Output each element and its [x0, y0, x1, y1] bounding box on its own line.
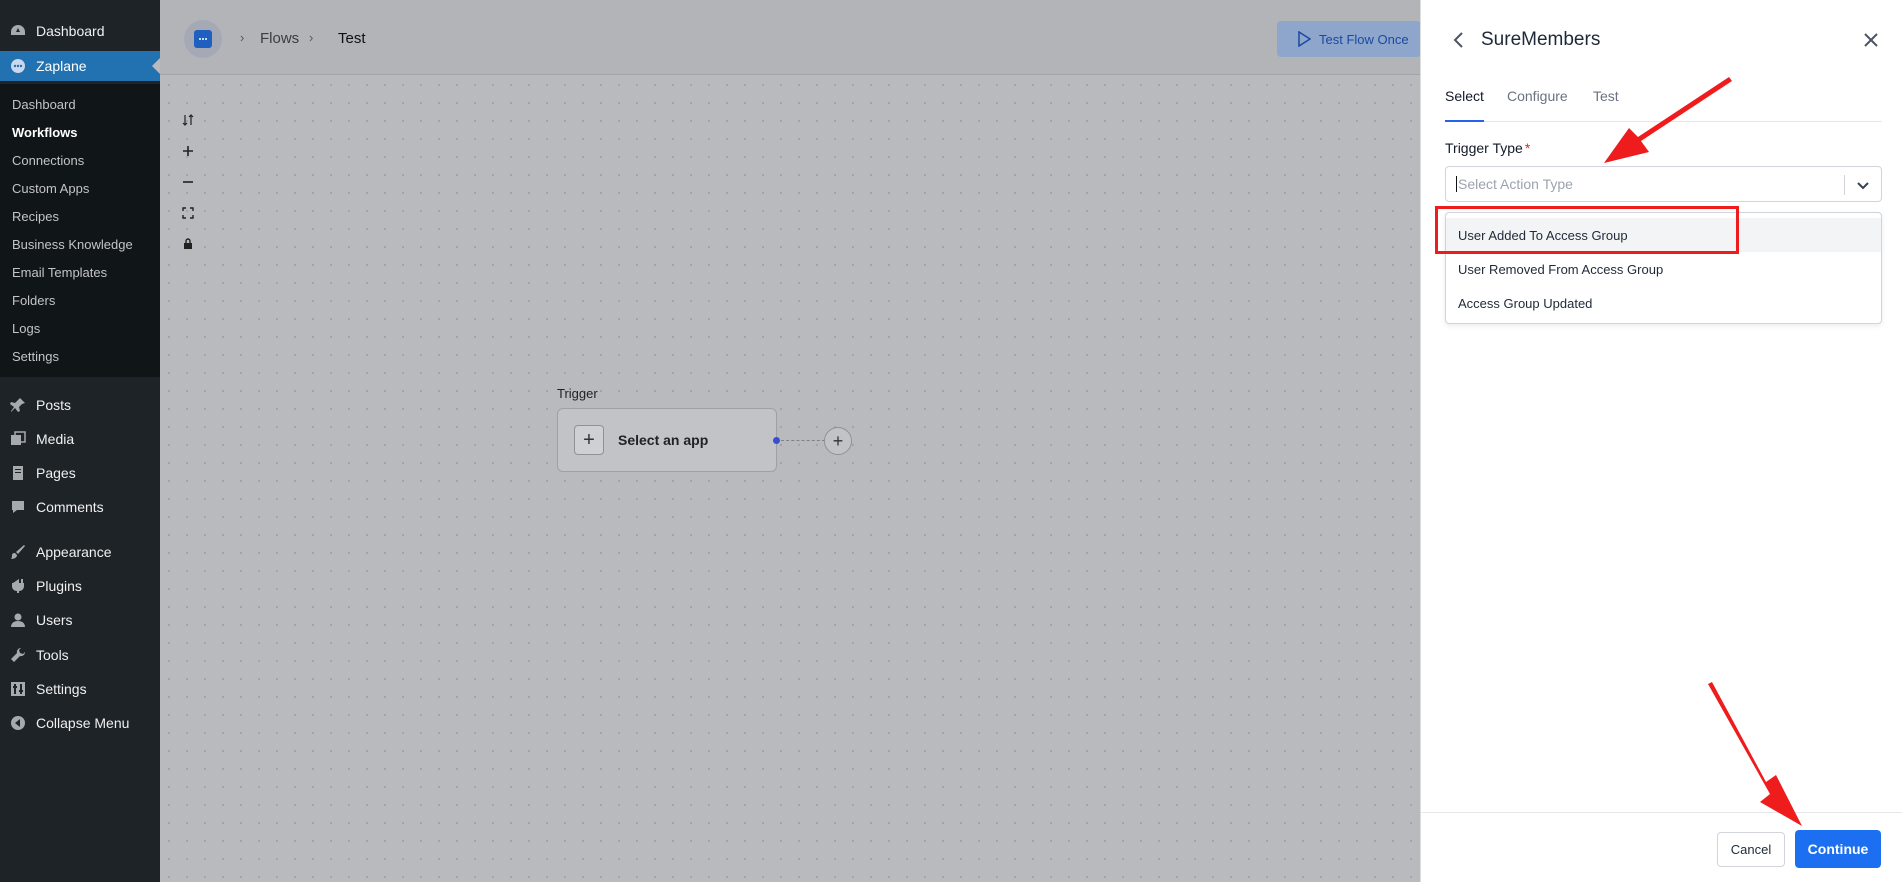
menu-item-dashboard[interactable]: Dashboard	[0, 16, 160, 46]
plus-icon: +	[574, 425, 604, 455]
menu-item-label: Tools	[36, 647, 69, 663]
option-access-group-updated[interactable]: Access Group Updated	[1446, 286, 1881, 320]
lock-icon[interactable]	[180, 236, 196, 252]
submenu-email-templates[interactable]: Email Templates	[12, 265, 107, 280]
submenu-connections[interactable]: Connections	[12, 153, 84, 168]
wrench-icon	[8, 645, 28, 665]
required-mark: *	[1524, 140, 1531, 156]
trigger-type-select[interactable]: Select Action Type	[1445, 166, 1882, 202]
zaplane-submenu: Dashboard Workflows Connections Custom A…	[0, 84, 160, 377]
workflow-header: › Flows › Test Test Flow Once	[160, 0, 1421, 75]
chevron-right-icon: ›	[309, 30, 314, 45]
option-user-removed[interactable]: User Removed From Access Group	[1446, 252, 1881, 286]
brush-icon	[8, 542, 28, 562]
menu-item-media[interactable]: Media	[0, 424, 160, 454]
menu-item-label: Zaplane	[36, 58, 87, 74]
trigger-type-text: Trigger Type	[1445, 140, 1523, 156]
submenu-dashboard[interactable]: Dashboard	[12, 97, 76, 112]
tab-configure[interactable]: Configure	[1507, 88, 1568, 122]
text-caret	[1456, 176, 1457, 192]
submenu-business-knowledge[interactable]: Business Knowledge	[12, 237, 133, 252]
dashboard-icon	[8, 21, 28, 41]
connector-handle[interactable]	[773, 437, 780, 444]
collapse-icon	[8, 713, 28, 733]
menu-item-label: Dashboard	[36, 23, 105, 39]
admin-sidebar: Dashboard Zaplane Dashboard Workflows Co…	[0, 0, 160, 882]
panel-title: SureMembers	[1481, 29, 1601, 50]
test-flow-label: Test Flow Once	[1319, 31, 1409, 47]
plugin-icon	[8, 576, 28, 596]
menu-item-label: Media	[36, 431, 75, 447]
menu-item-pages[interactable]: Pages	[0, 458, 160, 488]
menu-item-settings[interactable]: Settings	[0, 674, 160, 704]
menu-item-appearance[interactable]: Appearance	[0, 537, 160, 567]
workflow-canvas[interactable]: Trigger + Select an app +	[160, 76, 1420, 882]
test-flow-once-button[interactable]: Test Flow Once	[1277, 21, 1421, 57]
select-divider	[1844, 175, 1845, 195]
trigger-label: Trigger	[557, 386, 598, 401]
submenu-logs[interactable]: Logs	[12, 321, 40, 336]
zoom-out-icon[interactable]	[180, 174, 196, 190]
select-placeholder: Select Action Type	[1458, 176, 1573, 192]
collapse-menu-button[interactable]: Collapse Menu	[0, 708, 160, 738]
panel-tabs: Select Configure Test	[1445, 88, 1882, 122]
add-step-button[interactable]: +	[824, 427, 852, 455]
menu-item-label: Appearance	[36, 544, 112, 560]
menu-item-tools[interactable]: Tools	[0, 640, 160, 670]
menu-item-zaplane[interactable]: Zaplane	[0, 51, 160, 81]
close-icon[interactable]	[1861, 30, 1881, 50]
continue-button[interactable]: Continue	[1795, 830, 1881, 868]
chevron-right-icon: ›	[240, 30, 245, 45]
menu-item-label: Collapse Menu	[36, 715, 130, 731]
pin-icon	[8, 395, 28, 415]
menu-item-label: Pages	[36, 465, 76, 481]
submenu-recipes[interactable]: Recipes	[12, 209, 59, 224]
cancel-button[interactable]: Cancel	[1717, 832, 1785, 867]
submenu-folders[interactable]: Folders	[12, 293, 55, 308]
app-logo[interactable]	[184, 20, 222, 58]
comment-icon	[8, 497, 28, 517]
connector-line	[781, 440, 825, 441]
breadcrumb-flows[interactable]: Flows	[260, 30, 299, 47]
back-arrow-icon[interactable]	[1449, 30, 1469, 50]
menu-item-label: Settings	[36, 681, 87, 697]
panel-footer: Cancel Continue	[1421, 812, 1902, 882]
menu-item-label: Comments	[36, 499, 104, 515]
pages-icon	[8, 463, 28, 483]
submenu-custom-apps[interactable]: Custom Apps	[12, 181, 89, 196]
menu-item-label: Plugins	[36, 578, 82, 594]
menu-item-comments[interactable]: Comments	[0, 492, 160, 522]
submenu-workflows[interactable]: Workflows	[12, 125, 78, 140]
media-icon	[8, 429, 28, 449]
annotation-highlight-box	[1435, 206, 1739, 254]
fit-view-icon[interactable]	[180, 205, 196, 221]
play-icon	[1298, 31, 1311, 47]
menu-item-posts[interactable]: Posts	[0, 390, 160, 420]
submenu-settings[interactable]: Settings	[12, 349, 59, 364]
zaplane-icon	[8, 56, 28, 76]
zoom-in-icon[interactable]	[180, 143, 196, 159]
settings-icon	[8, 679, 28, 699]
user-icon	[8, 610, 28, 630]
tab-test[interactable]: Test	[1593, 88, 1619, 122]
app-config-panel: SureMembers Select Configure Test Trigge…	[1420, 0, 1902, 882]
sort-icon[interactable]	[180, 112, 196, 128]
menu-item-label: Users	[36, 612, 73, 628]
select-app-label: Select an app	[618, 432, 709, 448]
menu-item-label: Posts	[36, 397, 72, 413]
menu-item-plugins[interactable]: Plugins	[0, 571, 160, 601]
menu-item-users[interactable]: Users	[0, 605, 160, 635]
tab-select[interactable]: Select	[1445, 88, 1484, 122]
chevron-down-icon[interactable]	[1855, 177, 1871, 193]
trigger-type-label: Trigger Type *	[1445, 140, 1530, 156]
trigger-node[interactable]: + Select an app	[557, 408, 777, 472]
breadcrumb-test: Test	[338, 30, 366, 47]
